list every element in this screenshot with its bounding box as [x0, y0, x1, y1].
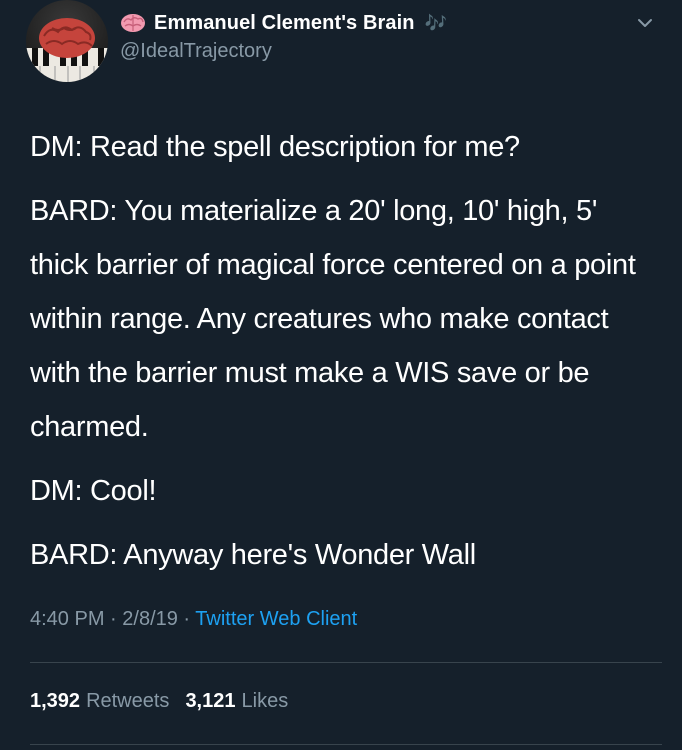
tweet-meta: 4:40 PM · 2/8/19 · Twitter Web Client: [30, 608, 357, 631]
meta-separator: ·: [104, 608, 123, 630]
display-name: Emmanuel Clement's Brain: [154, 11, 415, 34]
tweet-paragraph: BARD: You materialize a 20' long, 10' hi…: [30, 195, 636, 443]
likes-label: Likes: [241, 690, 289, 712]
tweet-paragraph: DM: Read the spell description for me?: [30, 131, 520, 163]
tweet-client-link[interactable]: Twitter Web Client: [195, 608, 357, 630]
author-handle[interactable]: @IdealTrajectory: [120, 40, 272, 63]
author-name-row[interactable]: Emmanuel Clement's Brain 🎶: [120, 8, 447, 38]
chevron-down-icon[interactable]: [636, 14, 654, 32]
likes-count: 3,121: [185, 690, 236, 712]
tweet-paragraph: BARD: Anyway here's Wonder Wall: [30, 539, 476, 571]
divider: [30, 744, 662, 745]
retweets-label: Retweets: [86, 690, 170, 712]
tweet-card: Emmanuel Clement's Brain 🎶 @IdealTraject…: [0, 0, 682, 750]
avatar[interactable]: [26, 0, 108, 82]
divider: [30, 662, 662, 663]
tweet-time[interactable]: 4:40 PM: [30, 608, 104, 630]
brain-on-piano-image: [26, 18, 108, 82]
retweets-stat[interactable]: 1,392 Retweets: [30, 690, 169, 713]
retweets-count: 1,392: [30, 690, 81, 712]
likes-stat[interactable]: 3,121 Likes: [185, 690, 288, 713]
brain-icon: [121, 14, 145, 32]
tweet-paragraph: DM: Cool!: [30, 475, 157, 507]
tweet-text: DM: Read the spell description for me? B…: [30, 120, 660, 592]
tweet-date[interactable]: 2/8/19: [122, 608, 178, 630]
meta-separator: ·: [177, 608, 196, 630]
tweet-stats: 1,392 Retweets 3,121 Likes: [30, 690, 288, 713]
music-notes-icon: 🎶: [424, 12, 447, 33]
